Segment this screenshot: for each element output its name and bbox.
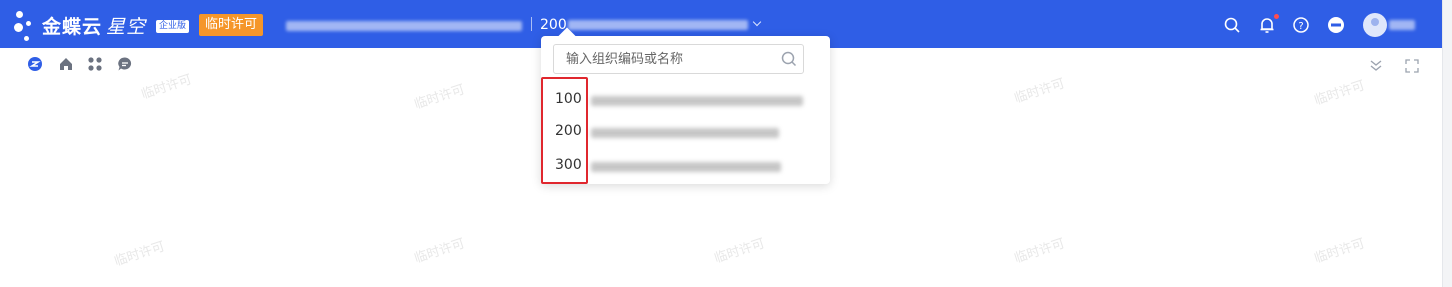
redacted-username: [1389, 20, 1415, 30]
minus-circle-icon[interactable]: [1327, 16, 1345, 34]
redacted-org-name: [591, 128, 779, 138]
watermark-text: 临时许可: [412, 236, 467, 267]
watermark-text: 临时许可: [139, 72, 194, 103]
license-badge[interactable]: 临时许可: [199, 14, 264, 36]
apps-icon[interactable]: [87, 56, 103, 72]
edition-badge: 企业版: [156, 20, 190, 33]
org-search-input[interactable]: [564, 47, 778, 71]
watermark-text: 临时许可: [712, 236, 767, 267]
watermark-text: 临时许可: [1012, 236, 1067, 267]
avatar[interactable]: [1363, 13, 1387, 37]
bell-icon[interactable]: [1258, 16, 1276, 34]
search-icon[interactable]: [780, 50, 798, 68]
highlight-box: [541, 77, 588, 184]
watermark-text: 临时许可: [1012, 76, 1067, 107]
search-icon[interactable]: [1223, 16, 1241, 34]
notification-dot: [1274, 14, 1279, 19]
divider: [531, 17, 532, 31]
org-search-box[interactable]: [553, 44, 804, 74]
watermark-text: 临时许可: [1312, 78, 1367, 109]
watermark-text: 临时许可: [112, 239, 167, 270]
scrollbar-track[interactable]: [1442, 0, 1452, 287]
svg-text:?: ?: [1298, 21, 1303, 32]
redacted-org-name: [568, 20, 748, 30]
brand-main: 金蝶云: [42, 16, 103, 38]
fullscreen-icon[interactable]: [1404, 58, 1420, 74]
brand-sub: 星空: [106, 16, 147, 38]
brand-name[interactable]: 金蝶云 星空: [42, 12, 146, 39]
redacted-org-name: [591, 96, 803, 106]
redacted-org-name: [591, 162, 781, 172]
watermark-text: 临时许可: [1312, 236, 1367, 267]
refresh-icon[interactable]: [27, 56, 43, 72]
collapse-down-icon[interactable]: [1368, 58, 1384, 74]
chevron-down-icon: [752, 17, 762, 27]
logo-icon: [14, 9, 38, 45]
chat-icon[interactable]: [117, 56, 133, 72]
home-icon[interactable]: [58, 56, 74, 72]
watermark-text: 临时许可: [412, 82, 467, 113]
help-icon[interactable]: ?: [1292, 16, 1310, 34]
